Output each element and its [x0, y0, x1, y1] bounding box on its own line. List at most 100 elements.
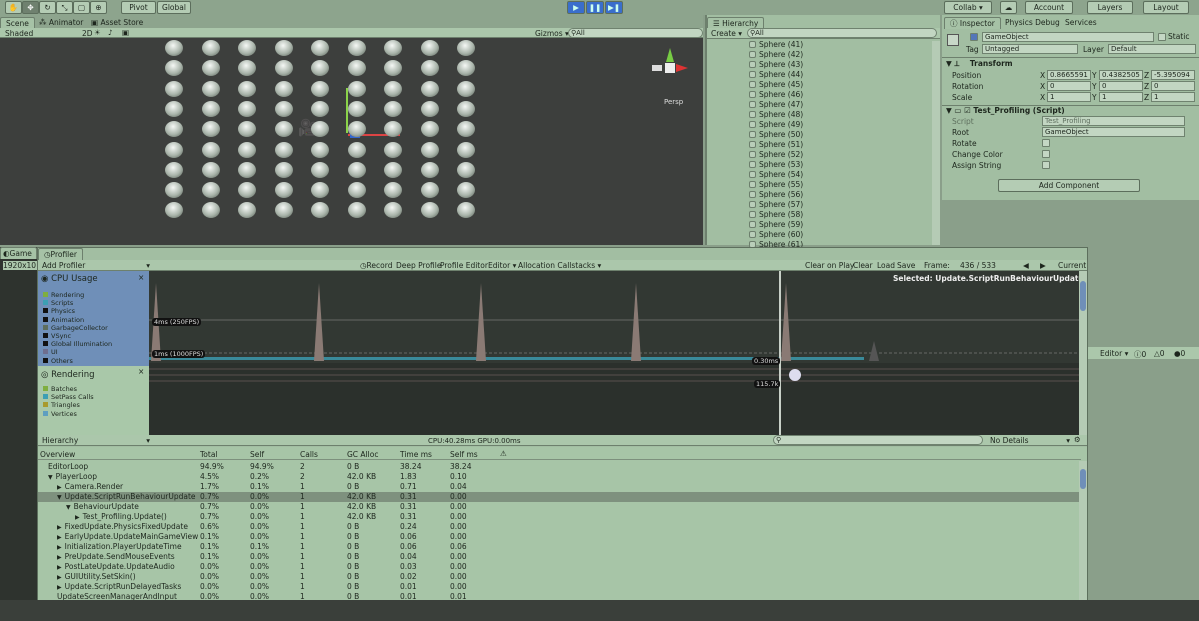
hierarchy-item[interactable]: Sphere (45)	[749, 80, 803, 90]
sphere[interactable]	[347, 100, 366, 117]
name-field[interactable]: GameObject	[982, 32, 1154, 42]
table-row[interactable]: ▼ Update.ScriptRunBehaviourUpdate 0.7% 0.0%…	[38, 492, 1081, 502]
expand-arrow-icon[interactable]: ▶	[57, 484, 62, 491]
hierarchy-item[interactable]: Sphere (48)	[749, 110, 803, 120]
sphere[interactable]	[201, 100, 220, 117]
sphere[interactable]	[274, 100, 293, 117]
sphere[interactable]	[274, 202, 293, 219]
sphere[interactable]	[165, 80, 183, 97]
sphere[interactable]	[201, 121, 220, 138]
sphere[interactable]	[420, 161, 439, 178]
console-mode-dropdown[interactable]: Editor ▾	[1100, 349, 1128, 358]
expand-arrow-icon[interactable]: ▶	[57, 534, 62, 541]
settings-gear-icon[interactable]: ⚙	[1074, 435, 1081, 444]
legend-item[interactable]: Global Illumination	[43, 340, 112, 348]
table-scrollbar[interactable]	[1079, 461, 1087, 601]
sphere[interactable]	[274, 141, 293, 158]
save-button[interactable]: Save	[897, 261, 915, 270]
bool-checkbox[interactable]	[1042, 150, 1050, 158]
sphere[interactable]	[384, 40, 402, 56]
sphere[interactable]	[457, 100, 475, 117]
hierarchy-item[interactable]: Sphere (52)	[749, 150, 803, 160]
hierarchy-item[interactable]: Sphere (44)	[749, 70, 803, 80]
sphere[interactable]	[311, 60, 329, 77]
transform-y-field[interactable]: 1	[1099, 92, 1143, 102]
table-row[interactable]: ▶ Camera.Render 1.7% 0.1% 1 0 B 0.71 0.04	[38, 482, 1081, 492]
expand-arrow-icon[interactable]: ▶	[57, 564, 62, 571]
step-button[interactable]: ▶❚	[605, 1, 623, 14]
sphere[interactable]	[274, 121, 293, 138]
expand-arrow-icon[interactable]: ▶	[57, 574, 62, 581]
profile-editor-button[interactable]: Profile Editor	[440, 261, 488, 270]
orientation-gizmo[interactable]	[650, 48, 690, 88]
sphere[interactable]	[384, 161, 402, 178]
legend-item[interactable]: Scripts	[43, 299, 73, 307]
sphere[interactable]	[274, 60, 293, 77]
hierarchy-item[interactable]: Sphere (51)	[749, 140, 803, 150]
sphere[interactable]	[457, 182, 475, 199]
legend-item[interactable]: Triangles	[43, 401, 80, 409]
sphere[interactable]	[384, 80, 402, 97]
transform-z-field[interactable]: 1	[1151, 92, 1195, 102]
expand-arrow-icon[interactable]: ▼	[48, 474, 53, 481]
sphere[interactable]	[274, 161, 293, 178]
table-row[interactable]: ▼ BehaviourUpdate 0.7% 0.0% 1 42.0 KB 0.31 0.00	[38, 502, 1081, 512]
editor-target-dropdown[interactable]: Editor ▾	[488, 261, 516, 270]
transform-x-field[interactable]: 0.8665591	[1047, 70, 1091, 80]
sphere[interactable]	[420, 202, 439, 219]
clear-button[interactable]: Clear	[853, 261, 873, 270]
transform-z-field[interactable]: 0	[1151, 81, 1195, 91]
hierarchy-item[interactable]: Sphere (42)	[749, 50, 803, 60]
legend-item[interactable]: Others	[43, 357, 73, 365]
sphere[interactable]	[384, 202, 402, 219]
legend-item[interactable]: Animation	[43, 316, 84, 324]
scene-search-input[interactable]: ⚲All	[568, 28, 703, 38]
sphere[interactable]	[347, 182, 366, 199]
sphere[interactable]	[457, 141, 475, 158]
col-overview[interactable]: Overview	[40, 450, 75, 459]
sphere[interactable]	[311, 40, 329, 56]
cpu-usage-module[interactable]: ◉ CPU Usage × Rendering Scripts Physics Ani…	[38, 271, 149, 366]
create-dropdown[interactable]: Create ▾	[711, 29, 742, 38]
error-count[interactable]: ●0	[1174, 349, 1185, 358]
sphere[interactable]	[201, 182, 220, 199]
sphere[interactable]	[311, 202, 329, 219]
sphere[interactable]	[201, 141, 220, 158]
persp-label[interactable]: Persp	[664, 98, 683, 106]
collab-button[interactable]: Collab ▾	[944, 1, 992, 14]
bool-checkbox[interactable]	[1042, 161, 1050, 169]
sphere[interactable]	[347, 202, 366, 219]
warning-count[interactable]: △0	[1154, 349, 1165, 358]
table-row[interactable]: ▶ FixedUpdate.PhysicsFixedUpdate 0.6% 0.0% 1…	[38, 522, 1081, 532]
hierarchy-item[interactable]: Sphere (58)	[749, 210, 803, 220]
close-module-icon[interactable]: ×	[138, 273, 144, 282]
tab-profiler[interactable]: ◷Profiler	[38, 248, 83, 260]
sphere[interactable]	[420, 141, 439, 158]
sphere[interactable]	[457, 60, 475, 77]
tab-services[interactable]: Services	[1060, 17, 1102, 29]
sphere[interactable]	[311, 121, 329, 138]
static-checkbox[interactable]	[1158, 33, 1166, 41]
hierarchy-item[interactable]: Sphere (53)	[749, 160, 803, 170]
sphere[interactable]	[457, 40, 475, 56]
record-button[interactable]: ◷Record	[360, 261, 392, 270]
lighting-icon[interactable]: ☀	[94, 28, 101, 37]
expand-arrow-icon[interactable]: ▶	[75, 514, 80, 521]
load-button[interactable]: Load	[877, 261, 895, 270]
move-tool-icon[interactable]: ✥	[22, 1, 39, 14]
sphere[interactable]	[165, 141, 183, 158]
hierarchy-item[interactable]: Sphere (50)	[749, 130, 803, 140]
sphere[interactable]	[420, 121, 439, 138]
next-frame-button[interactable]: ▶	[1040, 261, 1046, 270]
sphere[interactable]	[384, 100, 402, 117]
sphere[interactable]	[384, 141, 402, 158]
sphere[interactable]	[165, 161, 183, 178]
rendering-module[interactable]: ◎ Rendering × Batches SetPass Calls Triang…	[38, 366, 149, 436]
sphere[interactable]	[165, 60, 183, 77]
table-row[interactable]: ▶ PostLateUpdate.UpdateAudio 0.0% 0.0% 1 0 B 0…	[38, 562, 1081, 572]
table-row[interactable]: ▶ GUIUtility.SetSkin() 0.0% 0.0% 1 0 B 0.02 0.0…	[38, 572, 1081, 582]
col-self-ms[interactable]: Self ms	[450, 450, 478, 459]
transform-x-field[interactable]: 0	[1047, 81, 1091, 91]
warning-column-icon[interactable]: ⚠	[500, 449, 507, 458]
hierarchy-item[interactable]: Sphere (43)	[749, 60, 803, 70]
